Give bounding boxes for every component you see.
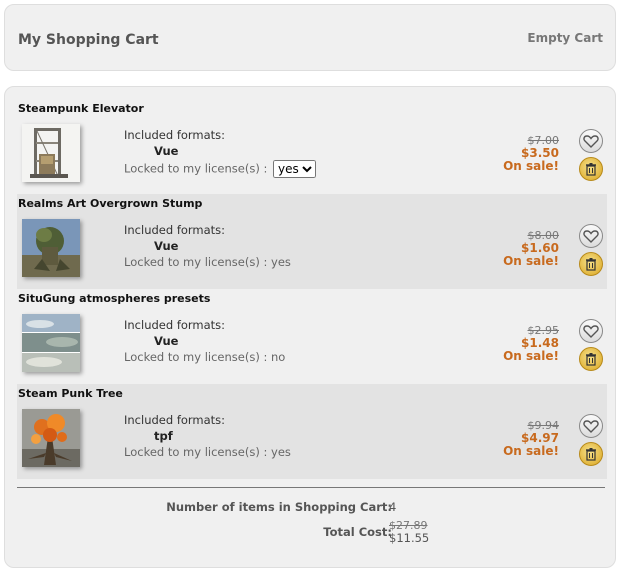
item-count-label: Number of items in Shopping Cart: bbox=[166, 500, 392, 514]
cart-summary: Number of items in Shopping Cart: 4 Tota… bbox=[0, 0, 622, 575]
total-cost-label: Total Cost: bbox=[323, 525, 392, 539]
total-cost: $11.55 bbox=[389, 531, 430, 545]
item-count: 4 bbox=[389, 500, 397, 514]
